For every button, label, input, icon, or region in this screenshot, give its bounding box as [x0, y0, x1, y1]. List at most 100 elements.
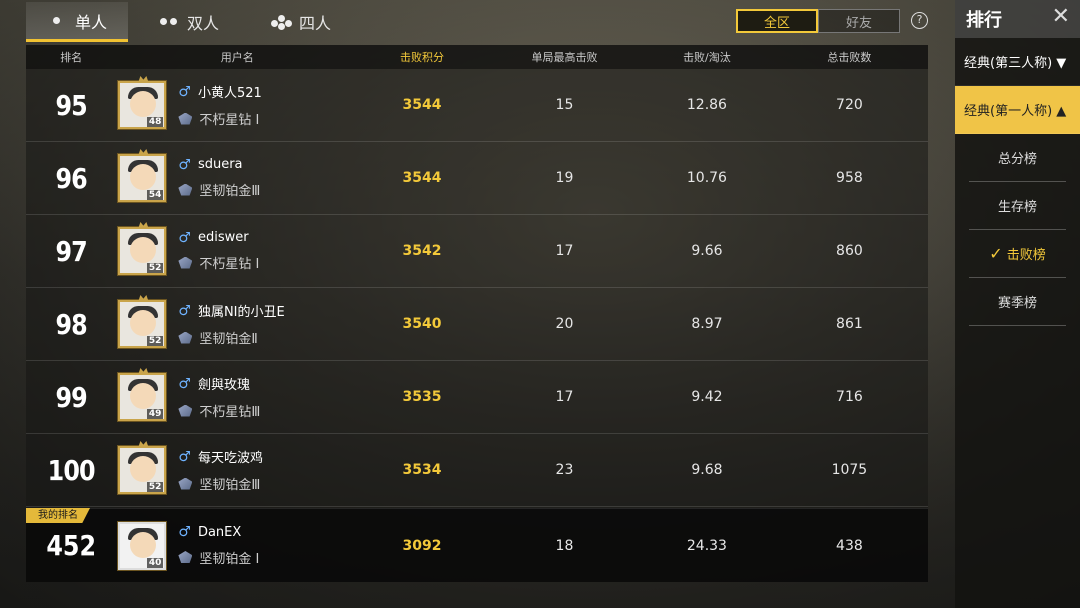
best-kills: 15	[555, 97, 574, 113]
male-icon: ♂	[178, 302, 191, 319]
header-best: 单局最高击败	[531, 51, 598, 64]
tier-label: 不朽星钻 I	[199, 257, 260, 272]
best-kills: 17	[555, 389, 574, 405]
kill-score: 3540	[402, 316, 442, 332]
tab-duo[interactable]: 双人	[138, 2, 240, 42]
table-body: 95 48 ♂ 小黄人521 不朽星钻 I 3544 15 12.86 720 9…	[26, 69, 928, 507]
table-row[interactable]: 99 49 ♂ 劍與玫瑰 不朽星钻Ⅲ 3535 17 9.42 716	[26, 361, 928, 434]
crown-icon	[138, 149, 149, 155]
best-kills: 17	[555, 243, 574, 259]
male-icon: ♂	[178, 375, 191, 392]
header-total: 总击败数	[827, 51, 872, 64]
tier-icon	[178, 404, 193, 417]
tab-solo[interactable]: 单人	[26, 2, 128, 42]
sidebar-item[interactable]: 总分榜	[969, 134, 1066, 182]
avatar[interactable]: 52	[118, 441, 167, 494]
player-level: 52	[146, 482, 164, 492]
my-avatar[interactable]: 40	[118, 521, 167, 570]
mode-tabs: 单人 双人 四人	[26, 2, 362, 42]
avatar-face-icon	[130, 310, 157, 336]
tab-solo-label: 单人	[74, 12, 107, 32]
table-header: 排名 用户名 击败积分 单局最高击败 击败/淘汰 总击败数	[26, 45, 928, 69]
total-kills: 720	[836, 97, 863, 113]
male-icon: ♂	[178, 229, 191, 246]
username: 小黄人521	[197, 86, 262, 101]
username: ediswer	[197, 230, 249, 245]
male-icon: ♂	[178, 156, 191, 173]
my-user-cell: 40 ♂ DanEX 坚韧铂金 I	[116, 521, 358, 570]
avatar[interactable]: 49	[118, 368, 167, 421]
sidebar-item[interactable]: 赛季榜	[969, 278, 1066, 326]
sidebar-item[interactable]: 生存榜	[969, 182, 1066, 230]
male-icon: ♂	[178, 83, 191, 100]
sidebar-item-label: 击败榜	[1006, 248, 1046, 263]
table-row[interactable]: 98 52 ♂ 独属NI的小丑E 坚韧铂金Ⅱ 3540 20 8.97 861	[26, 288, 928, 361]
user-cell: 49 ♂ 劍與玫瑰 不朽星钻Ⅲ	[116, 368, 358, 421]
my-username: DanEX	[197, 524, 242, 540]
table-row[interactable]: 96 54 ♂ sduera 坚韧铂金Ⅲ 3544 19 10.76 958	[26, 142, 928, 215]
username: sduera	[197, 157, 243, 172]
sidebar-item[interactable]: ✓ 击败榜	[969, 230, 1066, 278]
header-rank: 排名	[60, 51, 83, 64]
scope-friends-button[interactable]: 好友	[818, 9, 900, 33]
avatar[interactable]: 52	[118, 222, 167, 275]
name-block: ♂ ediswer 不朽星钻 I	[178, 230, 259, 272]
player-level: 49	[146, 409, 164, 419]
player-level: 48	[146, 117, 164, 127]
table-row[interactable]: 100 52 ♂ 每天吃波鸡 坚韧铂金Ⅲ 3534 23 9.68 1075	[26, 434, 928, 507]
kd-ratio: 10.76	[686, 170, 727, 186]
table-row[interactable]: 97 52 ♂ ediswer 不朽星钻 I 3542 17 9.66 860	[26, 215, 928, 288]
ranking-sidebar: 排行 ✕ 经典(第三人称) ▼ 经典(第一人称) ▲ 总分榜 生存榜 ✓ 击败榜 赛季榜	[955, 0, 1080, 608]
my-tier: 坚韧铂金 I	[199, 551, 260, 567]
avatar-face-icon	[130, 91, 157, 117]
scope-all-button[interactable]: 全区	[736, 9, 818, 33]
tab-squad[interactable]: 四人	[250, 2, 352, 42]
table-row[interactable]: 95 48 ♂ 小黄人521 不朽星钻 I 3544 15 12.86 720	[26, 69, 928, 142]
tier-label: 坚韧铂金Ⅲ	[199, 184, 261, 199]
solo-icon	[47, 13, 67, 29]
total-kills: 958	[836, 170, 863, 186]
category-fpp[interactable]: 经典(第一人称) ▲	[955, 86, 1080, 134]
tier-label: 不朽星钻 I	[199, 113, 260, 128]
crown-icon	[138, 368, 149, 374]
user-cell: 52 ♂ 每天吃波鸡 坚韧铂金Ⅲ	[116, 441, 358, 494]
avatar-face-icon	[130, 164, 157, 190]
kd-ratio: 9.42	[691, 389, 723, 405]
sidebar-item-label: 赛季榜	[997, 296, 1037, 311]
total-kills: 1075	[831, 462, 868, 478]
my-rank-row[interactable]: 我的排名 452 40 ♂ DanEX 坚韧铂金 I 3092 18 24.33 …	[26, 508, 928, 582]
category-tpp[interactable]: 经典(第三人称) ▼	[955, 38, 1080, 86]
kill-score: 3542	[402, 243, 442, 259]
tab-duo-label: 双人	[186, 14, 219, 33]
duo-icon	[159, 14, 179, 30]
close-icon[interactable]: ✕	[1052, 6, 1070, 28]
player-level: 52	[146, 263, 164, 273]
username: 劍與玫瑰	[197, 378, 250, 393]
avatar[interactable]: 52	[118, 295, 167, 348]
header-score: 击败积分	[399, 51, 444, 64]
sidebar-item-label: 生存榜	[997, 200, 1037, 215]
tab-squad-label: 四人	[298, 14, 331, 33]
tier-label: 坚韧铂金Ⅱ	[199, 332, 258, 347]
avatar[interactable]: 48	[118, 76, 167, 129]
user-cell: 52 ♂ ediswer 不朽星钻 I	[116, 222, 358, 275]
tier-icon	[178, 256, 193, 269]
tier-label: 不朽星钻Ⅲ	[199, 405, 261, 420]
name-block: ♂ 独属NI的小丑E 坚韧铂金Ⅱ	[178, 301, 285, 347]
avatar-face-icon	[130, 237, 157, 263]
kill-score: 3544	[402, 97, 442, 113]
name-block: ♂ 劍與玫瑰 不朽星钻Ⅲ	[178, 374, 260, 420]
kill-score: 3534	[402, 462, 442, 478]
name-block: ♂ 每天吃波鸡 坚韧铂金Ⅲ	[178, 447, 263, 493]
name-block: ♂ sduera 坚韧铂金Ⅲ	[178, 157, 260, 199]
kill-score: 3544	[402, 170, 442, 186]
crown-icon	[138, 222, 149, 228]
help-icon[interactable]: ?	[911, 12, 928, 29]
rank-number: 97	[55, 234, 87, 268]
avatar[interactable]: 54	[118, 149, 167, 202]
scope-toggle: 全区 好友	[736, 9, 900, 33]
name-block: ♂ 小黄人521 不朽星钻 I	[178, 82, 262, 128]
kill-score: 3535	[402, 389, 442, 405]
my-rank-number: 452	[46, 529, 97, 562]
tier-label: 坚韧铂金Ⅲ	[199, 478, 261, 493]
